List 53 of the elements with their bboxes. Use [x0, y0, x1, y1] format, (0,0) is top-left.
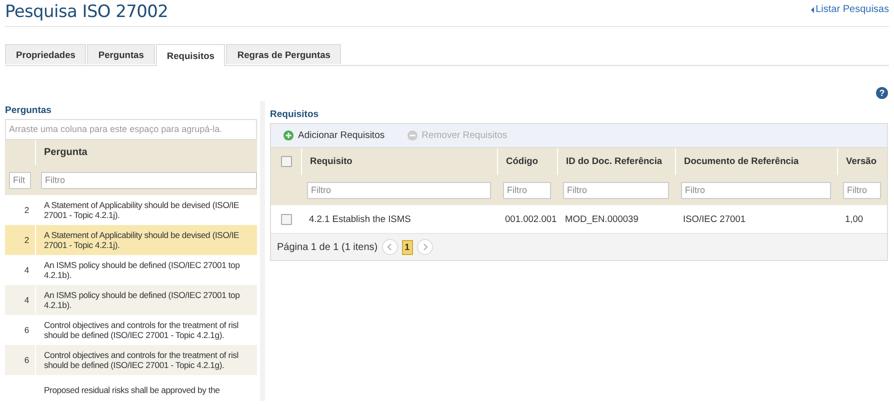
page-title: Pesquisa ISO 27002 [5, 2, 168, 22]
column-header[interactable]: Versão [837, 148, 887, 175]
panel-title: Perguntas [5, 105, 52, 116]
row-number: 4 [23, 295, 30, 305]
table-cell-text: 4.2.1 Establish the ISMS [308, 213, 412, 226]
row-number: 4 [23, 265, 30, 275]
table-row[interactable]: 4 An ISMS policy should be defined (ISO/IEC 27001 top 4.2.1b). [5, 285, 257, 315]
column-header[interactable]: ID do Doc. Referência [557, 148, 675, 175]
page-button[interactable]: 1 [402, 240, 413, 254]
select-all-checkbox[interactable] [280, 156, 292, 167]
question-text: Control objectives and controls for the treatment of risl should be defined (ISO/IEC 27001 - Topic 4.2.1g). [44, 350, 240, 370]
row-number: 2 [23, 235, 30, 245]
filter-field[interactable]: Filtro [843, 182, 881, 198]
question-text: A Statement of Applicability should be devised (ISO/IE 27001 - Topic 4.2.1j). [44, 230, 240, 250]
question-text: An ISMS policy should be defined (ISO/IEC 27001 top 4.2.1b). [44, 260, 241, 280]
row-number: 2 [23, 205, 30, 215]
next-page-icon[interactable] [416, 239, 433, 255]
question-text: Proposed residual risks shall be approved by the [44, 385, 220, 395]
table-row[interactable]: Proposed residual risks shall be approved by the [5, 375, 257, 404]
table-cell-text: MOD_EN.000039 [564, 213, 640, 226]
column-header[interactable]: Documento de Referência [675, 148, 837, 175]
add-icon [283, 130, 294, 141]
table-row[interactable]: 2 A Statement of Applicability should be devised (ISO/IE 27001 - Topic 4.2.1j). [5, 225, 257, 255]
filter-field[interactable]: Filt [9, 172, 31, 188]
previous-page-icon[interactable] [382, 239, 398, 255]
question-text: A Statement of Applicability should be devised (ISO/IE 27001 - Topic 4.2.1j). [44, 200, 240, 220]
table-cell-text: 1,00 [844, 213, 864, 226]
row-checkbox[interactable] [280, 214, 292, 224]
group-drop-area: Arraste uma coluna para este espaço para agrupá-la. [5, 119, 257, 140]
tab[interactable]: Requisitos [156, 44, 226, 66]
panel-title: Requisitos [270, 109, 320, 120]
remove-icon [406, 130, 418, 141]
tab[interactable]: Perguntas [87, 44, 155, 64]
filter-field[interactable]: Filtro [41, 172, 257, 188]
question-text: An ISMS policy should be defined (ISO/IEC 27001 top 4.2.1b). [44, 290, 241, 310]
tab[interactable]: Regras de Perguntas [226, 44, 342, 64]
filter-field[interactable]: Filtro [503, 182, 551, 198]
question-text: Control objectives and controls for the treatment of risl should be defined (ISO/IEC 27001 - Topic 4.2.1g). [44, 320, 240, 340]
filter-field[interactable]: Filtro [681, 182, 831, 198]
help-button[interactable]: ? [876, 87, 888, 99]
table-cell-text: 001.002.001 [504, 213, 557, 226]
filter-field[interactable]: Filtro [307, 182, 491, 198]
row-number: 6 [23, 325, 30, 335]
table-cell-text: ISO/IEC 27001 [682, 213, 747, 226]
filter-field[interactable]: Filtro [563, 182, 669, 198]
table-row[interactable]: 6 Control objectives and controls for the treatment of risl should be defined (ISO/IEC 27001 - Topic 4.2.1g). [5, 345, 257, 375]
column-header[interactable]: Código [497, 148, 557, 175]
column-header[interactable]: Requisito [301, 148, 497, 175]
tab[interactable]: Propriedades [5, 44, 86, 64]
pager-summary: Página 1 de 1 (1 itens) [277, 242, 378, 252]
back-link[interactable]: Listar Pesquisas [810, 4, 889, 15]
row-number: 6 [23, 355, 30, 365]
toolbar-button[interactable]: Adicionar Requisitos [283, 130, 385, 141]
